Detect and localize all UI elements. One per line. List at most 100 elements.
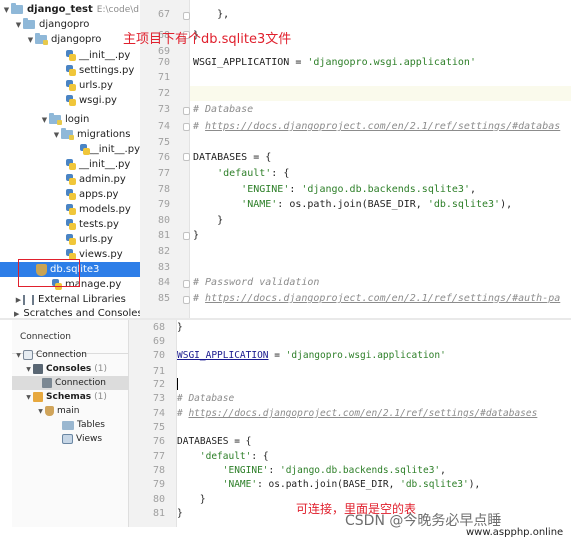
fold-marker-icon[interactable] [183,280,190,288]
tree-root-name: django_test [27,4,93,15]
tree-item-label: urls.py [79,234,113,245]
tree-item-label: settings.py [79,65,135,76]
python-file-icon [66,233,76,246]
tree-item-login-urls[interactable]: urls.py [0,232,140,247]
line-number: 80 [152,494,165,505]
line-number-gutter: 68 69 70 71 72 73 74 75 76 77 78 79 80 8… [129,320,177,527]
line-number: 77 [157,168,170,179]
chevron-down-icon[interactable]: ▼ [52,131,61,139]
line-number: 74 [157,121,170,132]
python-file-icon [66,188,76,201]
python-file-icon [66,173,76,186]
line-number: 76 [152,436,165,447]
fold-marker-icon[interactable] [183,12,190,20]
docs-link[interactable]: https://docs.djangoproject.com/en/2.1/re… [188,408,537,419]
line-number: 68 [152,322,165,333]
tree-item-wsgi[interactable]: wsgi.py [0,93,140,108]
line-number: 72 [152,379,165,390]
database-tool-panel: Connection ▼ Connection ▼ Consoles (1) C… [12,320,129,527]
chevron-down-icon[interactable]: ▼ [2,6,11,14]
db-item-console-connection[interactable]: Connection [12,376,129,390]
tree-item-label: tests.py [79,219,119,230]
chevron-down-icon[interactable]: ▼ [40,116,49,124]
tree-item-migrations-init[interactable]: __init__.py [0,142,140,157]
tree-item-migrations[interactable]: ▼ migrations [0,127,140,142]
fold-marker-icon[interactable] [183,232,190,240]
python-file-icon [66,158,76,171]
chevron-down-icon[interactable]: ▼ [14,352,23,359]
line-number: 77 [152,451,165,462]
chevron-down-icon[interactable]: ▼ [14,21,23,29]
code-line-85: # https://docs.djangoproject.com/en/2.1/… [193,293,561,304]
code-line-76: DATABASES = { [177,436,252,447]
docs-link[interactable]: https://docs.djangoproject.com/en/2.1/re… [205,293,560,304]
python-file-icon [66,94,76,107]
tree-item-login[interactable]: ▼ login [0,112,140,127]
views-icon [62,434,73,444]
db-item-tables[interactable]: Tables [12,418,129,432]
folder-icon [62,420,74,430]
fold-marker-icon[interactable] [183,123,190,131]
line-number: 70 [152,350,165,361]
code-line-80: } [193,215,224,226]
db-item-main[interactable]: ▼ main [12,404,129,418]
python-file-icon [66,64,76,77]
tree-item-label: djangopro [51,34,102,45]
code-line-76: DATABASES = { [193,152,272,163]
line-number: 69 [157,46,170,57]
python-file-icon [66,79,76,92]
code-line-74: # https://docs.djangoproject.com/en/2.1/… [193,121,561,132]
line-number-gutter: 67 68 69 70 71 72 73 74 75 76 77 78 79 8… [140,0,190,318]
db-item-consoles[interactable]: ▼ Consoles (1) [12,362,129,376]
tree-root[interactable]: ▼ django_test E:\code\d [0,2,140,17]
chevron-down-icon[interactable]: ▼ [26,36,35,44]
code-line-78: 'ENGINE': 'django.db.backends.sqlite3', [222,465,446,476]
chevron-right-icon[interactable]: ▶ [14,296,23,304]
db-item-count: (1) [94,392,107,402]
db-item-connection[interactable]: ▼ Connection [12,348,129,362]
tree-item-urls[interactable]: urls.py [0,78,140,93]
fold-marker-icon[interactable] [183,107,190,115]
code-editor[interactable]: } WSGI_APPLICATION = 'djangopro.wsgi.app… [177,320,571,527]
tree-item-apps[interactable]: apps.py [0,187,140,202]
chevron-down-icon[interactable]: ▼ [24,394,33,401]
tree-item-djangopro-package[interactable]: ▼ djangopro [0,32,140,47]
chevron-right-icon[interactable]: ▶ [14,310,19,318]
fold-marker-icon[interactable] [183,296,190,304]
python-file-icon [66,49,76,62]
tree-item-login-init[interactable]: __init__.py [0,157,140,172]
python-file-icon [80,143,90,156]
tree-item-settings[interactable]: settings.py [0,63,140,78]
db-item-schemas[interactable]: ▼ Schemas (1) [12,390,129,404]
db-item-label: Connection [36,350,87,360]
tree-item-tests[interactable]: tests.py [0,217,140,232]
tree-item-scratches[interactable]: ▶ Scratches and Consoles [0,306,140,318]
tree-item-external-libraries[interactable]: ▶ External Libraries [0,292,140,307]
chevron-down-icon[interactable]: ▼ [36,408,45,415]
database-editor-panel: Connection ▼ Connection ▼ Consoles (1) C… [0,320,571,539]
python-file-icon [66,218,76,231]
tree-item-label: models.py [79,204,131,215]
chevron-down-icon[interactable]: ▼ [24,366,33,373]
db-item-views[interactable]: Views [12,432,129,446]
docs-link[interactable]: https://docs.djangoproject.com/en/2.1/re… [205,121,560,132]
tree-item-djangopro[interactable]: ▼ djangopro [0,17,140,32]
highlight-box [18,259,80,287]
line-number: 75 [157,137,170,148]
tree-item-models[interactable]: models.py [0,202,140,217]
db-item-label: Views [76,434,103,444]
line-number: 71 [157,72,170,83]
code-line-77: 'default': { [199,451,269,462]
package-folder-icon [49,113,62,125]
text-caret [177,378,178,390]
fold-marker-icon[interactable] [183,153,190,161]
tree-item-init[interactable]: __init__.py [0,48,140,63]
annotation-sqlite-file: 主项目下有个db.sqlite3文件 [123,32,292,47]
code-line-74: # https://docs.djangoproject.com/en/2.1/… [177,408,538,419]
code-line-77: 'default': { [217,168,290,179]
tree-item-label: djangopro [39,19,90,30]
line-number: 79 [157,199,170,210]
code-editor[interactable]: }, } WSGI_APPLICATION = 'djangopro.wsgi.… [190,0,571,318]
tree-item-admin[interactable]: admin.py [0,172,140,187]
tree-item-label: wsgi.py [79,95,117,106]
